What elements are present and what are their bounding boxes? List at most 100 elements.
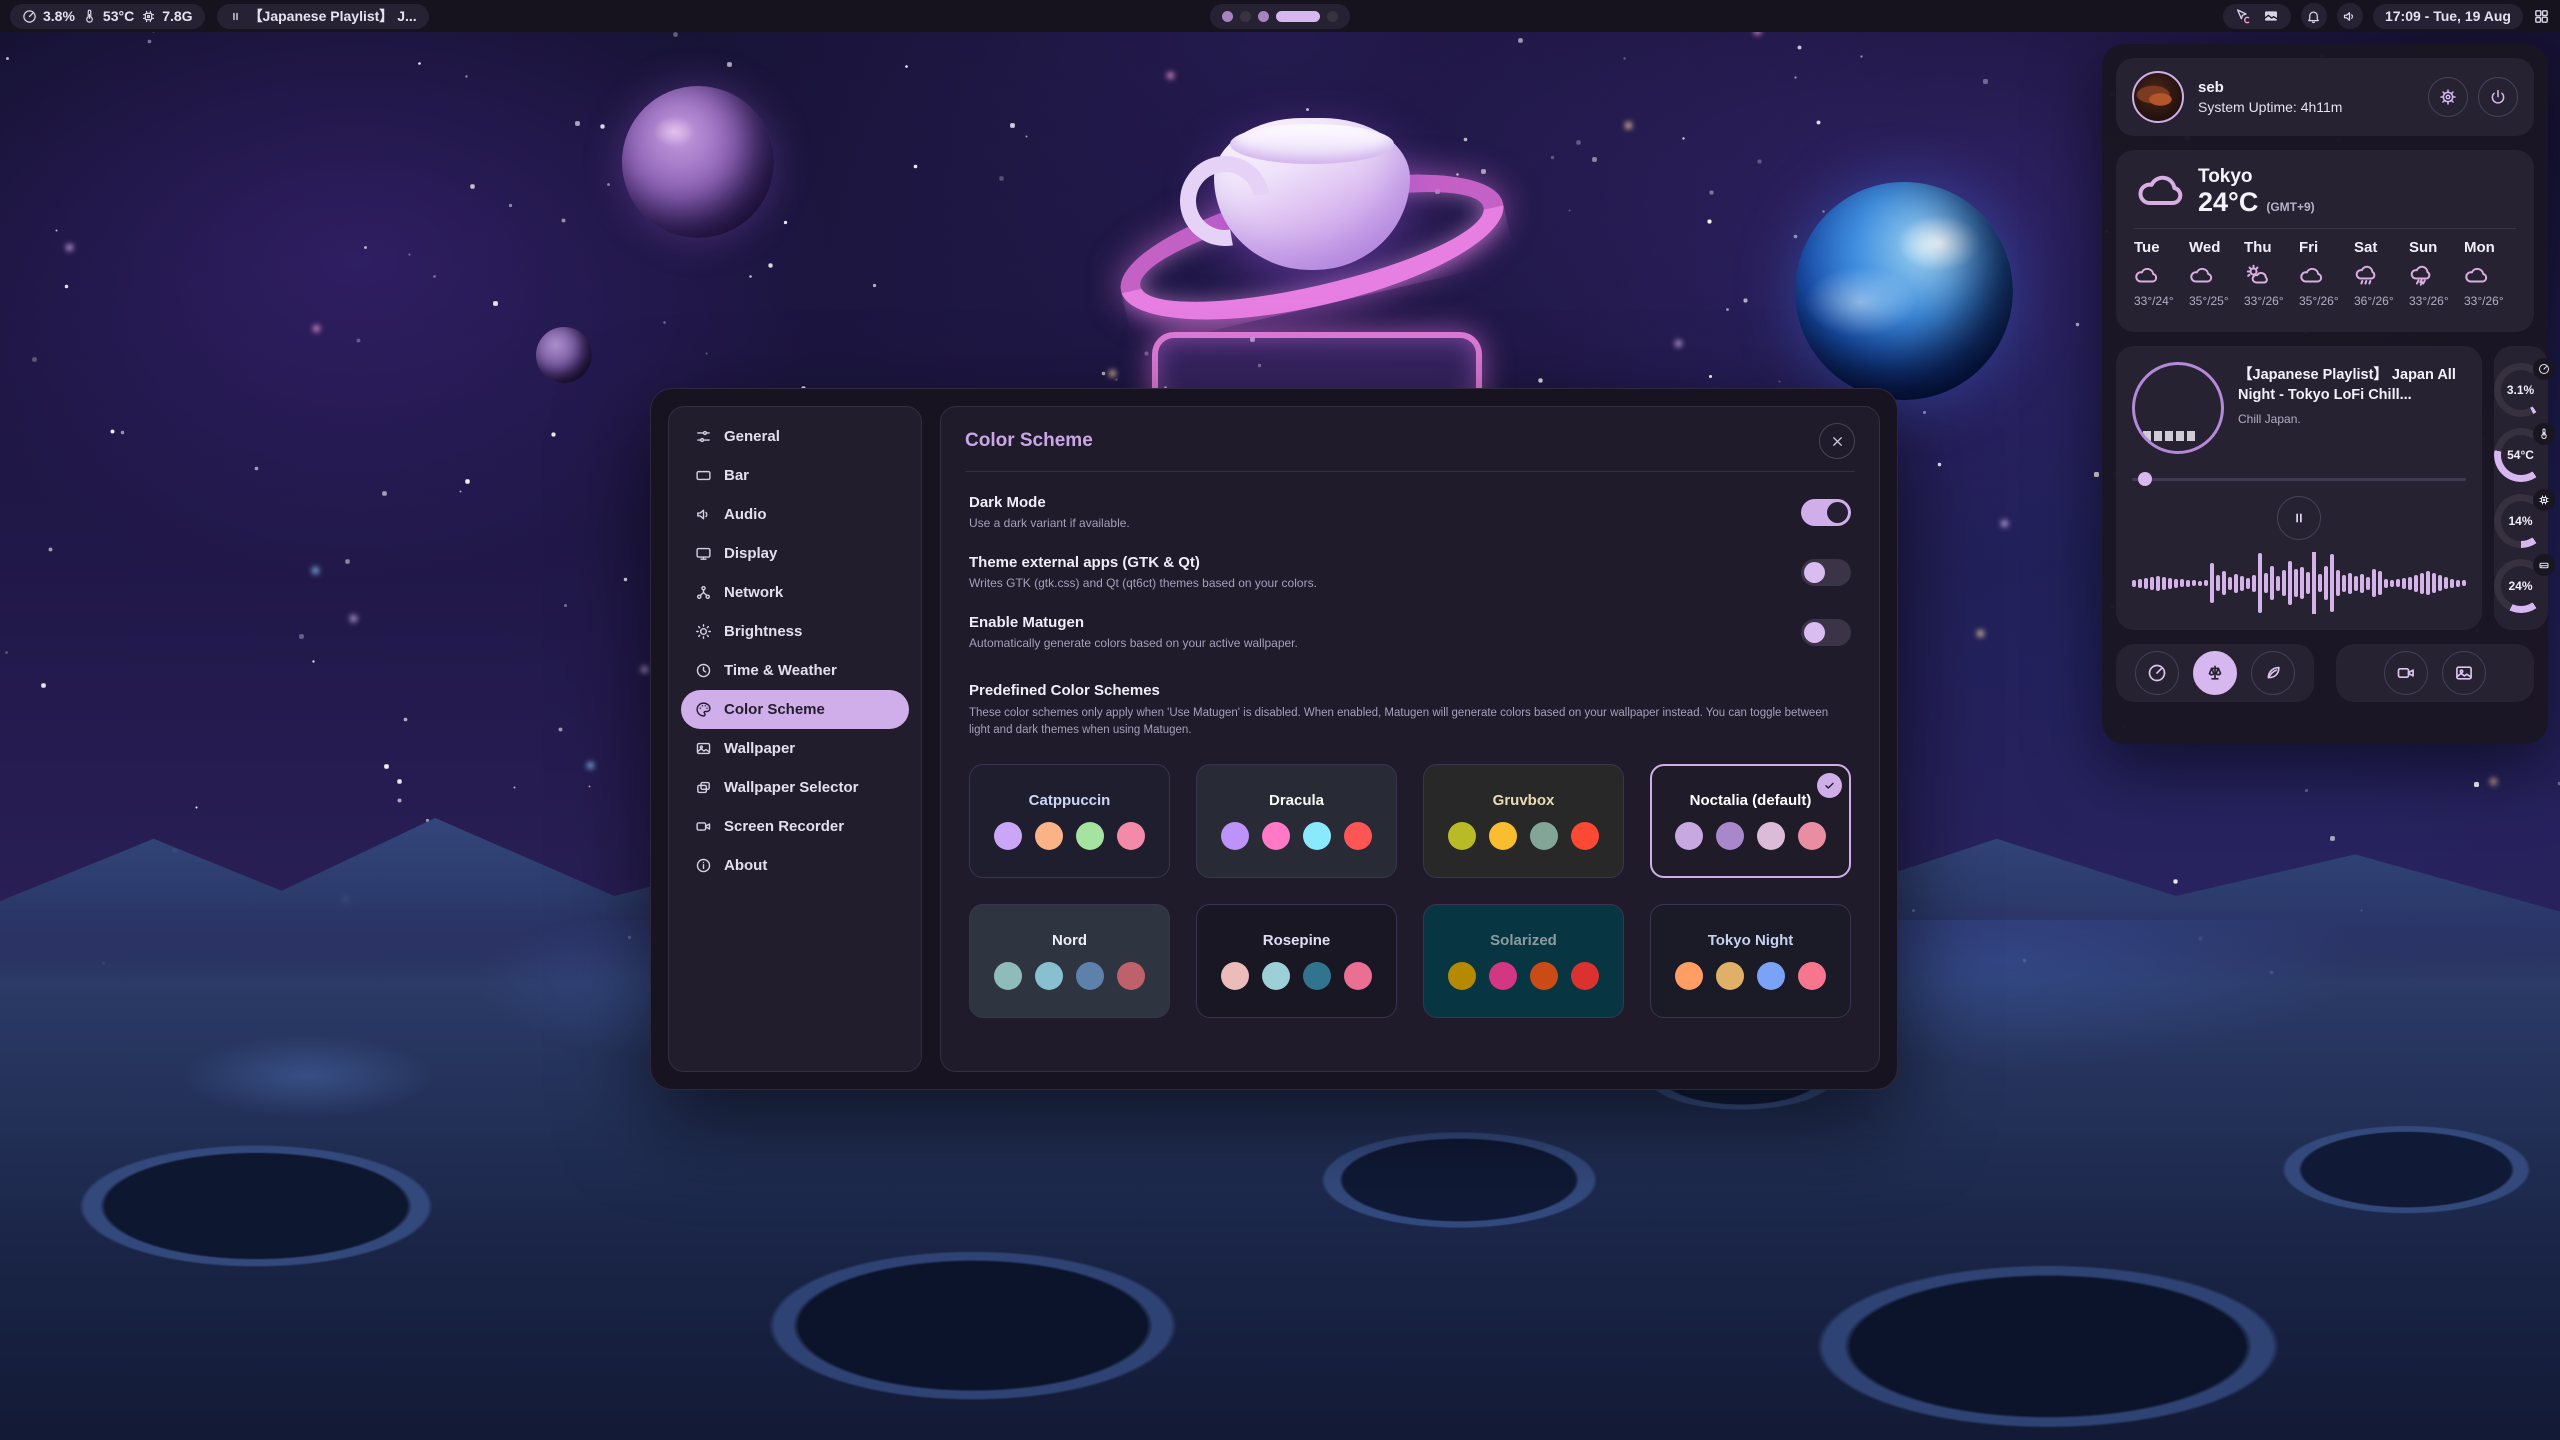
sidebar-item-network[interactable]: Network [681,573,909,612]
divider [2134,228,2516,229]
volume-button[interactable] [2337,3,2363,29]
scheme-color-dots [1221,962,1372,990]
media-subtitle: Chill Japan. [2238,412,2466,426]
close-button[interactable] [1819,423,1855,459]
sidebar-item-wallpaper[interactable]: Wallpaper [681,729,909,768]
forecast-day-thu: Thu 33°/26° [2244,239,2296,308]
visualizer-bar [2186,580,2190,587]
power-button[interactable] [2478,77,2518,117]
forecast-day-sun: Sun 33°/26° [2409,239,2461,308]
color-dot [1530,962,1558,990]
dashboard-grid-icon[interactable] [2533,8,2550,25]
sun-cloud-icon [2244,263,2268,287]
sidebar-item-general[interactable]: General [681,417,909,456]
weather-temperature: 24°C [2198,188,2258,216]
scheme-card-dracula[interactable]: Dracula [1196,764,1397,878]
system-uptime: System Uptime: 4h11m [2198,99,2342,115]
content-body: Dark Mode Use a dark variant if availabl… [941,472,1879,1040]
clock-pill[interactable]: 17:09 - Tue, 19 Aug [2373,4,2523,29]
scheme-card-catppuccin[interactable]: Catppuccin [969,764,1170,878]
tray-cursor-icon[interactable] [2235,8,2251,24]
visualizer-bar [2414,575,2418,592]
color-dot [1076,822,1104,850]
workspace-2[interactable] [1240,11,1251,22]
sidebar-item-color-scheme[interactable]: Color Scheme [681,690,909,729]
image-icon [2454,663,2474,683]
network-icon [695,584,712,601]
toggle-enable-matugen[interactable] [1801,619,1851,646]
workspace-3[interactable] [1258,11,1269,22]
video-button[interactable] [2384,651,2428,695]
weather-timezone: (GMT+9) [2266,200,2314,214]
forecast-day-label: Tue [2134,239,2160,256]
toggle-dark-mode[interactable] [1801,499,1851,526]
clock-icon [695,662,712,679]
workspace-4-active[interactable] [1276,11,1320,22]
gauge-chip: 14% [2494,494,2548,548]
scheme-card-rosepine[interactable]: Rosepine [1196,904,1397,1018]
sidebar-item-bar[interactable]: Bar [681,456,909,495]
section-title: Predefined Color Schemes [969,682,1851,699]
scheme-name: Rosepine [1263,932,1331,949]
visualizer-bar [2342,575,2346,592]
system-tray [2223,4,2291,29]
sidebar-item-wallpaper-selector[interactable]: Wallpaper Selector [681,768,909,807]
quick-buttons-row [2116,644,2534,702]
system-stats-pill[interactable]: 3.8% 53°C 7.8G [10,4,205,29]
visualizer-bar [2462,580,2466,586]
scheme-card-gruvbox[interactable]: Gruvbox [1423,764,1624,878]
sidebar-item-screen-recorder[interactable]: Screen Recorder [681,807,909,846]
workspace-5[interactable] [1327,11,1338,22]
forecast-temps: 35°/25° [2189,294,2229,308]
pause-button[interactable] [2277,496,2321,540]
sidebar-item-brightness[interactable]: Brightness [681,612,909,651]
setting-row-theme-external-apps-gtk-qt: Theme external apps (GTK & Qt) Writes GT… [969,554,1851,590]
section-description: These color schemes only apply when 'Use… [969,705,1851,740]
scheme-card-nord[interactable]: Nord [969,904,1170,1018]
visualizer-bar [2192,580,2196,586]
monitor-icon [695,545,712,562]
scheme-card-noctalia-default[interactable]: Noctalia (default) [1650,764,1851,878]
forecast-day-label: Fri [2299,239,2318,256]
chip-icon [2533,489,2555,511]
user-info: seb System Uptime: 4h11m [2198,79,2342,115]
volume-icon [2342,9,2357,24]
media-pill[interactable]: 【Japanese Playlist】 J... [217,4,429,29]
sidebar-item-time-weather[interactable]: Time & Weather [681,651,909,690]
cloud-icon [2189,263,2213,287]
sidebar-item-about[interactable]: About [681,846,909,885]
settings-button[interactable] [2428,77,2468,117]
visualizer-bar [2204,580,2208,586]
leaf-button[interactable] [2251,651,2295,695]
forecast-temps: 33°/26° [2244,294,2284,308]
sidebar-item-display[interactable]: Display [681,534,909,573]
visualizer-bar [2288,561,2292,605]
schemes-grid: CatppuccinDraculaGruvboxNoctalia (defaul… [969,764,1851,1018]
earth-planet [1795,182,2013,400]
visualizer-bar [2312,552,2316,614]
sidebar-item-audio[interactable]: Audio [681,495,909,534]
visualizer-bar [2252,575,2256,592]
user-card: seb System Uptime: 4h11m [2116,58,2534,136]
color-dot [1076,962,1104,990]
sidebar-item-label: Bar [724,467,749,484]
workspace-indicator[interactable] [1210,4,1350,29]
scales-button[interactable] [2193,651,2237,695]
scheme-card-solarized[interactable]: Solarized [1423,904,1624,1018]
visualizer-bar [2432,573,2436,593]
media-progress-slider[interactable] [2132,472,2466,486]
image-button[interactable] [2442,651,2486,695]
tray-image-icon[interactable] [2263,8,2279,24]
workspace-1[interactable] [1222,11,1233,22]
bar-icon [695,467,712,484]
notifications-button[interactable] [2301,3,2327,29]
color-dot [1571,962,1599,990]
sidebar-item-label: Brightness [724,623,802,640]
scheme-card-tokyo-night[interactable]: Tokyo Night [1650,904,1851,1018]
slider-knob[interactable] [2138,472,2152,486]
gauge-button[interactable] [2135,651,2179,695]
toggle-theme-external-apps-gtk-qt[interactable] [1801,559,1851,586]
temperature-value: 53°C [103,8,134,24]
topbar-right: 17:09 - Tue, 19 Aug [2223,3,2550,29]
scheme-color-dots [1221,822,1372,850]
